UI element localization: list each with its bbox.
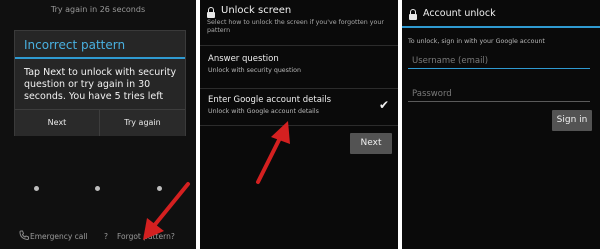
page-subtitle: Select how to unlock the screen if you'v… bbox=[207, 19, 384, 34]
help-icon: ? bbox=[104, 232, 108, 241]
option-description: Unlock with Google account details bbox=[208, 108, 319, 115]
password-field[interactable] bbox=[408, 86, 590, 102]
dialog-message: Tap Next to unlock with security questio… bbox=[24, 67, 177, 102]
next-button[interactable]: Next bbox=[15, 109, 100, 136]
emergency-call-button[interactable]: Emergency call bbox=[30, 232, 88, 241]
pattern-dot[interactable] bbox=[95, 186, 100, 191]
lock-icon bbox=[409, 9, 417, 20]
page-subtitle: To unlock, sign in with your Google acco… bbox=[408, 38, 545, 45]
pattern-dot[interactable] bbox=[34, 186, 39, 191]
divider bbox=[200, 45, 398, 46]
lock-icon bbox=[207, 7, 215, 18]
page-title: Unlock screen bbox=[221, 5, 292, 16]
option-title: Answer question bbox=[208, 54, 279, 64]
sign-in-button[interactable]: Sign in bbox=[552, 110, 592, 131]
page-title: Account unlock bbox=[423, 8, 496, 19]
dialog-title: Incorrect pattern bbox=[24, 38, 126, 52]
lock-screen-panel: Try again in 26 seconds Incorrect patter… bbox=[0, 0, 196, 249]
phone-icon bbox=[19, 230, 29, 241]
option-description: Unlock with security question bbox=[208, 67, 302, 74]
try-again-button[interactable]: Try again bbox=[100, 109, 185, 136]
option-answer-question[interactable]: Answer question Unlock with security que… bbox=[200, 48, 398, 88]
option-title: Enter Google account details bbox=[208, 95, 332, 105]
divider bbox=[200, 125, 398, 126]
red-arrow-annotation bbox=[143, 182, 190, 240]
email-field[interactable] bbox=[408, 53, 590, 69]
countdown-text: Try again in 26 seconds bbox=[50, 5, 146, 14]
title-divider bbox=[402, 26, 600, 28]
checkmark-icon: ✔ bbox=[379, 98, 390, 112]
incorrect-pattern-dialog: Incorrect pattern Tap Next to unlock wit… bbox=[14, 30, 186, 136]
option-google-account[interactable]: Enter Google account details Unlock with… bbox=[200, 89, 398, 129]
red-arrow-annotation bbox=[256, 121, 290, 184]
next-button[interactable]: Next bbox=[350, 133, 392, 154]
dialog-title-divider bbox=[15, 57, 185, 59]
